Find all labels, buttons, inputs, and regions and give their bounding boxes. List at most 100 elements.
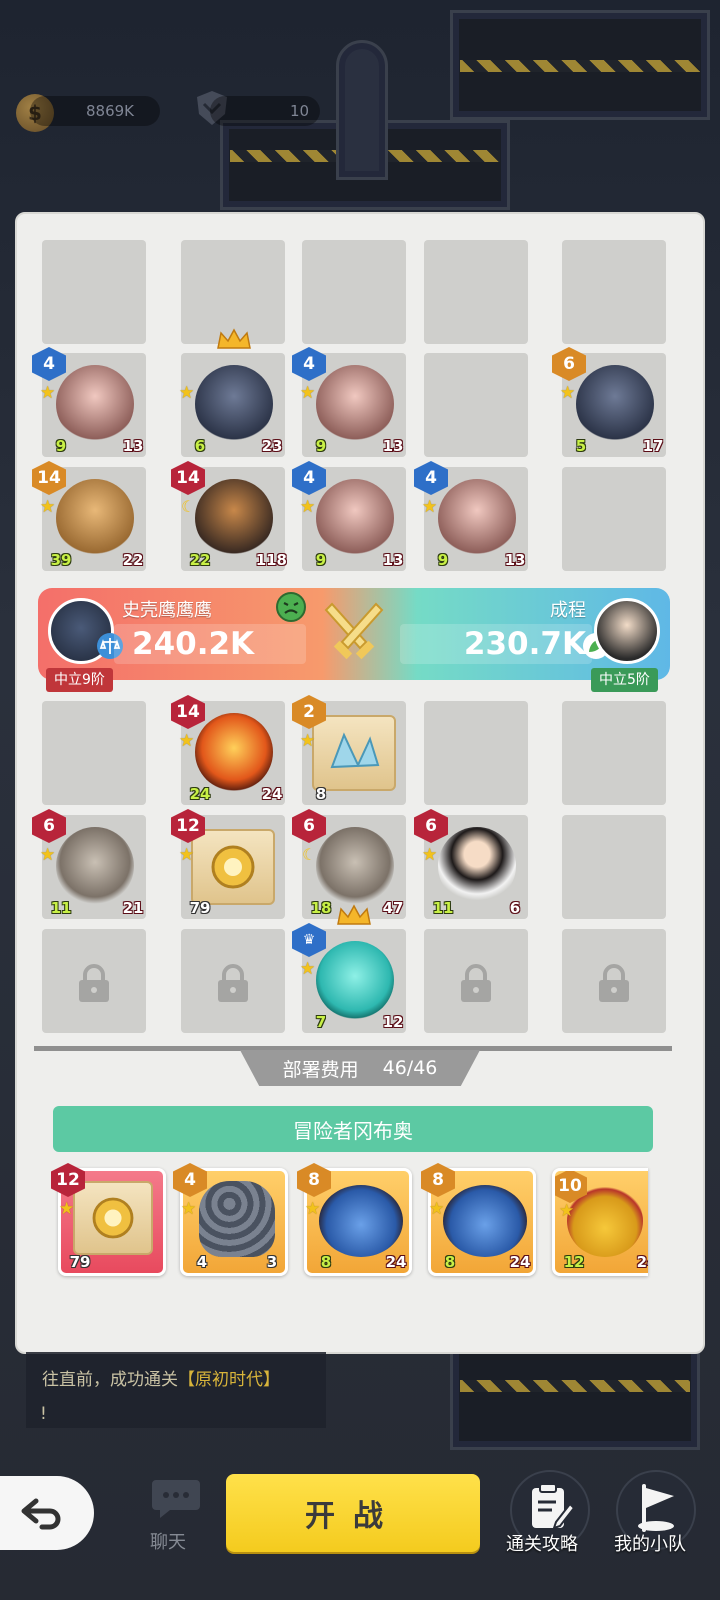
mission-highlight: 【原初时代】 <box>178 1370 280 1390</box>
star-icon: ★ <box>40 497 56 517</box>
trophy-value: 10 <box>290 102 310 120</box>
star-icon: ★ <box>59 1199 75 1219</box>
scroll-icon <box>73 1181 153 1255</box>
player-unit-girl[interactable]: 6 ★ 11 6 <box>414 809 530 921</box>
attack-stat: 39 <box>46 547 76 573</box>
player-slot-empty[interactable] <box>562 815 666 919</box>
attack-stat: 18 <box>306 895 336 921</box>
star-icon: ★ <box>559 1201 575 1221</box>
moon-icon: ☾ <box>181 497 196 516</box>
deploy-cost: 部署费用 46/46 <box>240 1050 480 1086</box>
attack-stat: 5 <box>566 433 596 459</box>
health-stat: 47 <box>378 895 408 921</box>
attack-stat: 8 <box>435 1249 465 1275</box>
start-battle-button[interactable]: 开战 <box>226 1474 480 1552</box>
reserve-card-pirate-crab[interactable]: 8 ★ 8 24 <box>297 1163 412 1276</box>
player-slot-empty[interactable] <box>42 701 146 805</box>
reserve-card-pirate-crab[interactable]: 8 ★ 8 24 <box>421 1163 536 1276</box>
attack-stat: 11 <box>46 895 76 921</box>
health-stat: 6 <box>500 895 530 921</box>
attack-stat: 24 <box>185 781 215 807</box>
reserve-card-golden-scroll[interactable]: 12 ★ 79 <box>51 1163 166 1276</box>
enemy-slot-empty[interactable] <box>42 240 146 344</box>
enemy-unit-tiger-robot[interactable]: 14 ★ 39 22 <box>32 461 148 573</box>
enemy-slot-empty[interactable] <box>562 467 666 571</box>
enemy-unit-tiger-boss[interactable]: 14 ☾ 22 118 <box>171 461 288 573</box>
player-unit-cat[interactable]: 6 ★ 11 21 <box>32 809 148 921</box>
trophy-counter: 10 <box>210 96 320 126</box>
attack-stat: 8 <box>311 1249 341 1275</box>
deploy-cost-label: 部署费用 <box>282 1058 359 1081</box>
player-unit-blue-gumball[interactable]: ♛ ★ 7 12 <box>292 923 408 1035</box>
enemy-name: 史壳鹰鹰鹰 <box>122 600 212 621</box>
coin-value: 8869K <box>86 102 135 120</box>
star-icon: ★ <box>179 383 195 403</box>
star-icon: ★ <box>179 845 195 865</box>
health-stat: 118 <box>256 547 288 573</box>
player-rank-tag: 中立5阶 <box>591 668 658 692</box>
star-icon: ★ <box>40 845 56 865</box>
lock-icon <box>218 964 248 1002</box>
enemy-slot-empty[interactable] <box>424 353 528 457</box>
lock-icon <box>461 964 491 1002</box>
chat-bubble-icon <box>152 1480 200 1518</box>
star-icon: ★ <box>305 1199 321 1219</box>
enemy-slot-empty[interactable] <box>562 240 666 344</box>
player-unit-fire-demon[interactable]: 14 ★ 24 24 <box>171 695 287 807</box>
enemy-slot-empty[interactable] <box>424 240 528 344</box>
team-label: 我的小队 <box>614 1534 686 1555</box>
attack-stat: 9 <box>306 433 336 459</box>
health-stat: 13 <box>378 433 408 459</box>
reserve-title[interactable]: 冒险者冈布奥 <box>53 1106 653 1152</box>
magic-stat: 8 <box>306 781 336 807</box>
player-slot-empty[interactable] <box>562 701 666 805</box>
player-power: 230.7K <box>400 624 592 664</box>
guide-label: 通关攻略 <box>506 1534 578 1555</box>
star-icon: ★ <box>300 497 316 517</box>
reserve-card-iron-scales[interactable]: 4 ★ 4 3 <box>173 1163 288 1276</box>
player-avatar[interactable] <box>594 598 660 664</box>
star-icon: ★ <box>300 731 316 751</box>
star-icon: ★ <box>300 383 316 403</box>
health-stat: 13 <box>118 433 148 459</box>
mission-line-end: ! <box>40 1404 47 1424</box>
coin-counter: 8869K <box>30 96 160 126</box>
enemy-unit-wolf-knight[interactable]: 4 ★ 9 13 <box>292 461 408 573</box>
player-unit-golden-scroll[interactable]: 12 ★ 79 <box>171 809 285 919</box>
enemy-unit-eagle-warrior[interactable]: ★ 6 23 <box>179 353 287 459</box>
health-stat: 21 <box>118 895 148 921</box>
health-stat: 24 <box>381 1249 411 1275</box>
crossed-swords-icon <box>324 602 384 660</box>
star-icon: ★ <box>422 497 438 517</box>
reserve-card-spartan-gumball[interactable]: 10 ★ 12 24 <box>552 1168 648 1276</box>
enemy-unit-wolf-knight[interactable]: 4 ★ 9 13 <box>292 347 408 459</box>
enemy-unit-wolf-knight[interactable]: 4 ★ 9 13 <box>414 461 530 573</box>
chat-label: 聊天 <box>150 1532 186 1553</box>
attack-stat: 4 <box>187 1249 217 1275</box>
flag-icon <box>638 1484 674 1532</box>
star-icon: ★ <box>422 845 438 865</box>
player-slot-empty[interactable] <box>424 701 528 805</box>
angry-face-icon <box>276 592 306 622</box>
enemy-slot-empty[interactable] <box>302 240 406 344</box>
player-unit-crystal-scroll[interactable]: 2 ★ 8 <box>292 695 406 807</box>
enemy-unit-eagle-warrior[interactable]: 6 ★ 5 17 <box>552 347 668 459</box>
health-stat: 23 <box>257 433 287 459</box>
versus-bar: 史壳鹰鹰鹰 240.2K 成程 230.7K <box>38 588 670 680</box>
player-slot-locked <box>562 929 666 1033</box>
health-stat: 12 <box>378 1009 408 1035</box>
attack-stat: 9 <box>46 433 76 459</box>
enemy-power: 240.2K <box>114 624 306 664</box>
health-stat: 24 <box>257 781 287 807</box>
attack-stat: 6 <box>185 433 215 459</box>
star-icon: ★ <box>300 959 316 979</box>
magic-stat: 79 <box>65 1249 95 1275</box>
defense-stat: 3 <box>257 1249 287 1275</box>
attack-stat: 9 <box>306 547 336 573</box>
back-arrow-icon <box>21 1498 61 1530</box>
back-button[interactable] <box>0 1476 94 1550</box>
star-icon: ★ <box>429 1199 445 1219</box>
crown-icon <box>217 328 251 349</box>
enemy-unit-wolf-knight[interactable]: 4 ★ 9 13 <box>32 347 148 459</box>
scroll-icon <box>191 829 275 905</box>
